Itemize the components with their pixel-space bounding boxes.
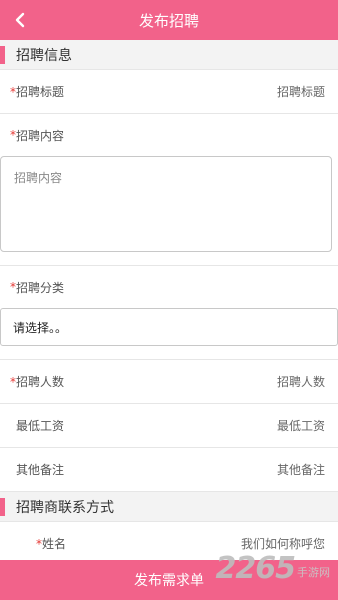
submit-button-label: 发布需求单 (134, 573, 204, 589)
recruit-category-label: * 招聘分类 (0, 266, 338, 308)
field-label-text: 姓名 (42, 537, 67, 551)
field-label-text: 招聘分类 (16, 280, 65, 295)
divider (0, 346, 338, 360)
top-bar: 发布招聘 (0, 0, 338, 40)
field-label: *招聘人数 (10, 373, 64, 390)
section-accent-bar (0, 45, 5, 64)
section-contact-info: 招聘商联系方式 (0, 492, 338, 522)
field-label-text: 招聘标题 (16, 85, 65, 99)
back-button[interactable] (8, 8, 32, 32)
watermark-number: 2265 (215, 551, 296, 586)
section-title: 招聘信息 (16, 47, 72, 64)
recruit-count-field[interactable]: *招聘人数 招聘人数 (0, 360, 338, 404)
other-notes-input[interactable]: 其他备注 (277, 461, 325, 478)
field-label-text: 招聘人数 (16, 375, 65, 389)
min-salary-field[interactable]: 最低工资 最低工资 (0, 404, 338, 448)
contact-name-input[interactable]: 我们如何称呼您 (241, 535, 325, 552)
recruit-category-select[interactable]: 请选择。。 (0, 308, 338, 346)
field-label-text: 招聘内容 (16, 128, 65, 143)
watermark-text: 手游网 (297, 566, 330, 579)
section-accent-bar (0, 497, 5, 516)
page-title: 发布招聘 (138, 11, 199, 30)
recruit-content-textarea[interactable]: 招聘内容 (0, 156, 332, 252)
field-label: *招聘标题 (10, 83, 64, 100)
chevron-left-icon (15, 12, 25, 28)
field-label: 其他备注 (16, 463, 65, 477)
other-notes-field[interactable]: 其他备注 其他备注 (0, 448, 338, 492)
recruit-title-field[interactable]: *招聘标题 招聘标题 (0, 70, 338, 114)
min-salary-input[interactable]: 最低工资 (277, 417, 325, 434)
watermark-logo: 2265 手游网 (216, 551, 331, 586)
field-label: 最低工资 (16, 419, 65, 433)
recruit-count-input[interactable]: 招聘人数 (277, 373, 325, 390)
divider (0, 252, 338, 266)
section-recruit-info: 招聘信息 (0, 40, 338, 70)
recruit-content-label: * 招聘内容 (0, 114, 338, 156)
field-label: *姓名 (10, 535, 66, 552)
recruit-title-input[interactable]: 招聘标题 (277, 83, 325, 100)
section-title: 招聘商联系方式 (16, 499, 114, 516)
